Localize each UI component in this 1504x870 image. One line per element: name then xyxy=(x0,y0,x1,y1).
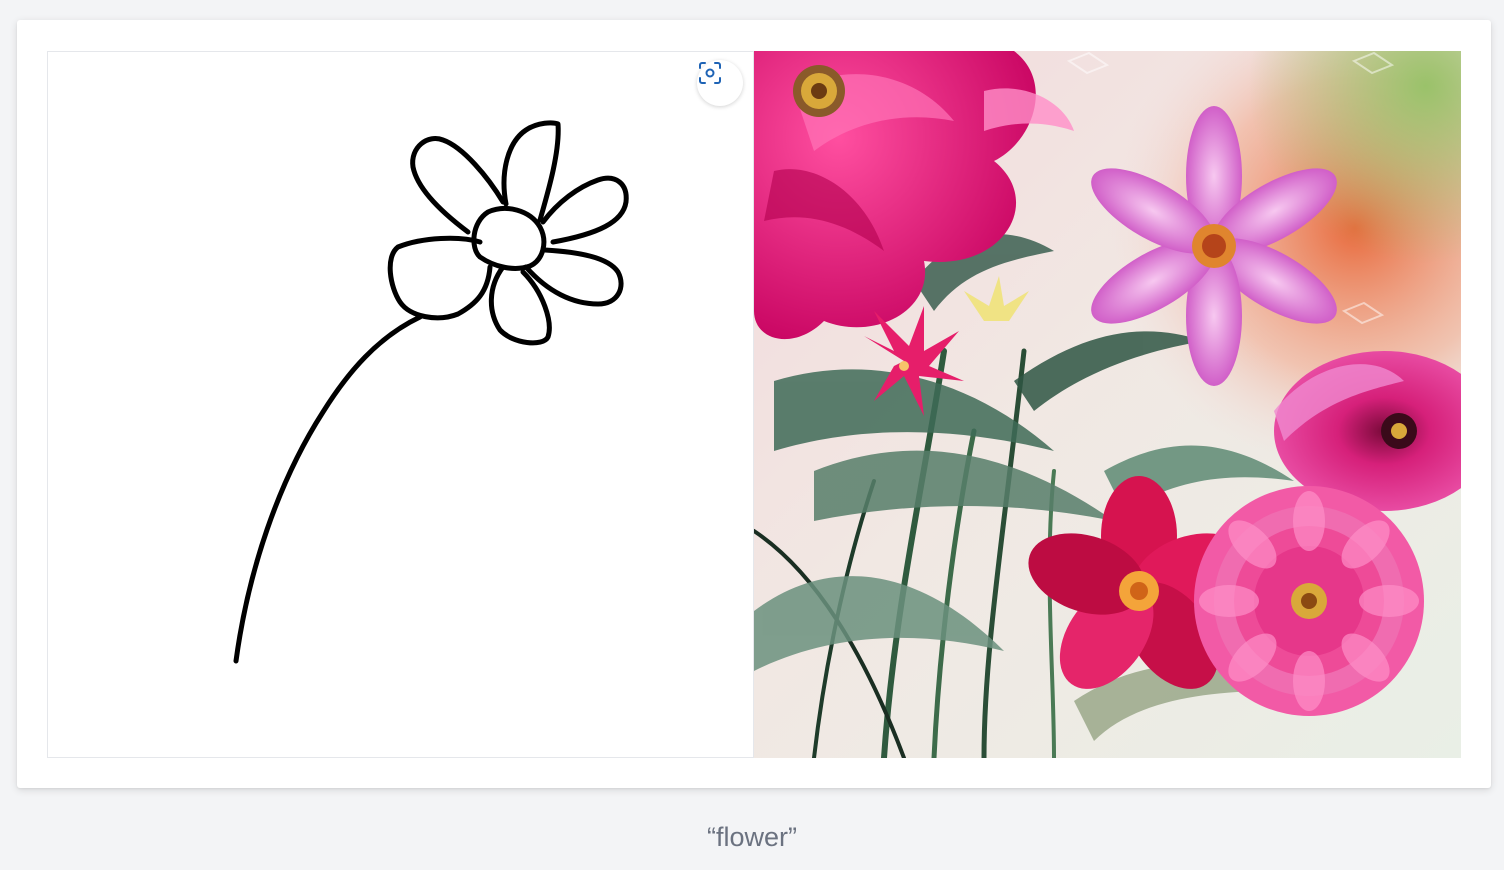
flower-painting-image xyxy=(754,51,1461,758)
focus-button[interactable] xyxy=(697,60,743,106)
pink-dahlia xyxy=(1194,486,1424,716)
result-card xyxy=(17,20,1491,788)
sketch-canvas[interactable] xyxy=(47,51,754,758)
prompt-caption: “flower” xyxy=(706,822,797,852)
flower-sketch-drawing xyxy=(233,120,629,664)
focus-camera-icon xyxy=(699,62,721,84)
generated-flower-painting xyxy=(754,51,1461,758)
